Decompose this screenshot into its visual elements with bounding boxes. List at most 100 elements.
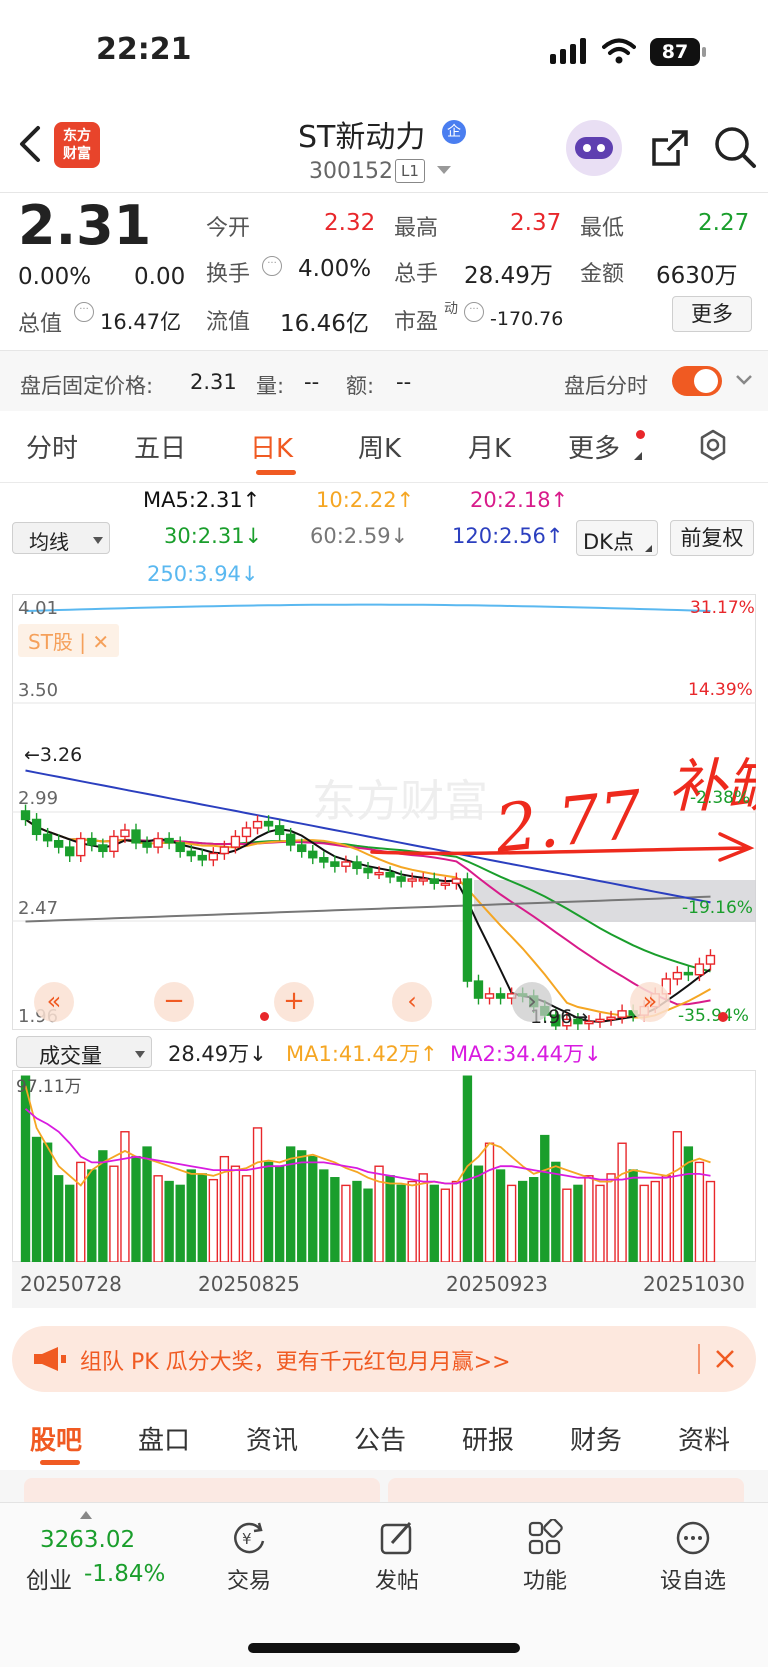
enterprise-badge: 企 bbox=[442, 120, 466, 144]
grid-icon bbox=[526, 1518, 564, 1557]
turnover-label: 换手 bbox=[206, 262, 251, 287]
tab-more[interactable]: 更多 bbox=[568, 428, 620, 465]
info-dots-icon[interactable]: ··· bbox=[74, 302, 94, 322]
scroll-right-button[interactable]: › bbox=[512, 982, 552, 1022]
pe-value: -170.76 bbox=[490, 308, 564, 330]
ma10-label: 10:2.22↑ bbox=[316, 488, 415, 512]
volume-chart[interactable] bbox=[12, 1070, 756, 1262]
volume-selector[interactable]: 成交量 bbox=[16, 1036, 152, 1068]
amount-label: 金额 bbox=[580, 262, 625, 287]
more-button[interactable]: 更多 bbox=[672, 296, 752, 332]
tab-monthly-k[interactable]: 月K bbox=[468, 428, 511, 465]
dk-point-button[interactable]: DK点 bbox=[576, 520, 658, 556]
back-icon[interactable] bbox=[16, 124, 46, 164]
close-icon[interactable] bbox=[712, 1346, 738, 1372]
tab-pankou[interactable]: 盘口 bbox=[138, 1420, 190, 1457]
add-watchlist-button[interactable]: 设自选 bbox=[638, 1519, 748, 1595]
candle bbox=[484, 993, 495, 999]
index-value[interactable]: 3263.02 bbox=[40, 1527, 135, 1553]
search-icon[interactable] bbox=[712, 124, 758, 170]
battery-level: 87 bbox=[661, 41, 689, 63]
after-hours-toggle[interactable] bbox=[672, 366, 722, 396]
corner-arrow-icon bbox=[634, 452, 642, 460]
candle bbox=[672, 971, 683, 980]
after-hours-vol: -- bbox=[304, 370, 320, 394]
tab-profile[interactable]: 资料 bbox=[678, 1420, 730, 1457]
svg-text:¥: ¥ bbox=[242, 1530, 252, 1548]
volume-bar bbox=[418, 1173, 428, 1262]
candle bbox=[595, 1018, 605, 1023]
tab-intraday[interactable]: 分时 bbox=[26, 428, 78, 465]
post-button[interactable]: 发帖 bbox=[342, 1519, 452, 1595]
volume-bar bbox=[551, 1161, 561, 1262]
tab-announcements[interactable]: 公告 bbox=[354, 1420, 406, 1457]
chevron-down-icon[interactable] bbox=[437, 166, 451, 174]
info-dots-icon[interactable]: ··· bbox=[262, 256, 282, 276]
tab-daily-k[interactable]: 日K bbox=[250, 428, 293, 465]
volume-bar bbox=[407, 1180, 417, 1262]
volume-selector-label: 成交量 bbox=[39, 1044, 102, 1068]
candle bbox=[705, 954, 716, 965]
volume-bar bbox=[65, 1184, 75, 1262]
tab-research[interactable]: 研报 bbox=[462, 1420, 514, 1457]
volume-bar bbox=[484, 1142, 495, 1262]
promo-banner[interactable]: 组队 PK 瓜分大奖，更有千元红包月月赢>> bbox=[12, 1326, 756, 1392]
scroll-left-button[interactable]: ‹ bbox=[392, 982, 432, 1022]
volume-bar bbox=[440, 1188, 451, 1262]
share-icon[interactable] bbox=[648, 126, 692, 170]
candle bbox=[208, 852, 219, 861]
ma-selector-label: 均线 bbox=[29, 530, 69, 554]
volume-bar bbox=[352, 1180, 362, 1262]
volume-bar bbox=[20, 1075, 31, 1262]
kline-chart[interactable]: 东方财富 2.77 补缺 bbox=[12, 594, 756, 1030]
volume-bar bbox=[164, 1180, 174, 1262]
volume-bar bbox=[153, 1175, 163, 1262]
y-tick-4: 2.47 bbox=[18, 898, 59, 919]
stock-code: 300152 bbox=[309, 159, 393, 184]
gear-icon[interactable] bbox=[696, 428, 730, 462]
candle bbox=[153, 837, 163, 848]
tab-weekly-k[interactable]: 周K bbox=[358, 428, 401, 465]
pct-tick-4: -19.16% bbox=[682, 898, 753, 918]
st-tag[interactable]: ST股 | ✕ bbox=[18, 624, 120, 657]
index-name[interactable]: 创业 bbox=[26, 1561, 72, 1595]
volume-bar bbox=[341, 1184, 351, 1262]
scroll-end-button[interactable]: » bbox=[630, 982, 670, 1022]
candle bbox=[120, 829, 130, 838]
more-dots-icon bbox=[674, 1519, 712, 1557]
volume-bar bbox=[639, 1184, 649, 1262]
active-tab-indicator bbox=[40, 1460, 80, 1465]
tab-five-day[interactable]: 五日 bbox=[134, 428, 186, 465]
chevron-down-icon[interactable] bbox=[734, 372, 754, 388]
change-pct: 0.00% bbox=[18, 264, 92, 290]
tab-finance[interactable]: 财务 bbox=[570, 1420, 622, 1457]
ma-selector[interactable]: 均线 bbox=[12, 522, 110, 554]
pct-tick-bottom: -35.94% bbox=[678, 1006, 749, 1026]
mktcap-label: 总值 bbox=[18, 312, 63, 337]
volume-bar bbox=[230, 1165, 241, 1262]
zoom-in-button[interactable]: + bbox=[274, 982, 314, 1022]
index-change[interactable]: -1.84% bbox=[84, 1561, 165, 1587]
candle bbox=[274, 825, 285, 836]
tab-guba[interactable]: 股吧 bbox=[30, 1420, 82, 1457]
scroll-start-button[interactable]: « bbox=[34, 982, 74, 1022]
caret-down-icon bbox=[93, 537, 103, 544]
turnover-value: 4.00% bbox=[298, 256, 372, 282]
robot-assistant-icon[interactable] bbox=[566, 120, 622, 176]
pe-sup: 动 bbox=[444, 301, 458, 317]
candle bbox=[109, 835, 119, 853]
trade-button[interactable]: ¥ 交易 bbox=[194, 1519, 304, 1595]
tab-news[interactable]: 资讯 bbox=[246, 1420, 298, 1457]
adjust-button[interactable]: 前复权 bbox=[670, 520, 754, 556]
zoom-out-button[interactable]: − bbox=[154, 982, 194, 1022]
info-dots-icon[interactable]: ··· bbox=[464, 302, 484, 322]
volume-bar bbox=[396, 1184, 406, 1262]
candle bbox=[374, 871, 384, 876]
candle bbox=[186, 850, 196, 857]
candle bbox=[407, 878, 417, 882]
volume-bar bbox=[672, 1131, 683, 1262]
volume-value: 28.49万 bbox=[464, 263, 553, 289]
functions-button[interactable]: 功能 bbox=[490, 1518, 600, 1595]
signal-icon bbox=[548, 38, 590, 64]
candle bbox=[473, 980, 484, 999]
